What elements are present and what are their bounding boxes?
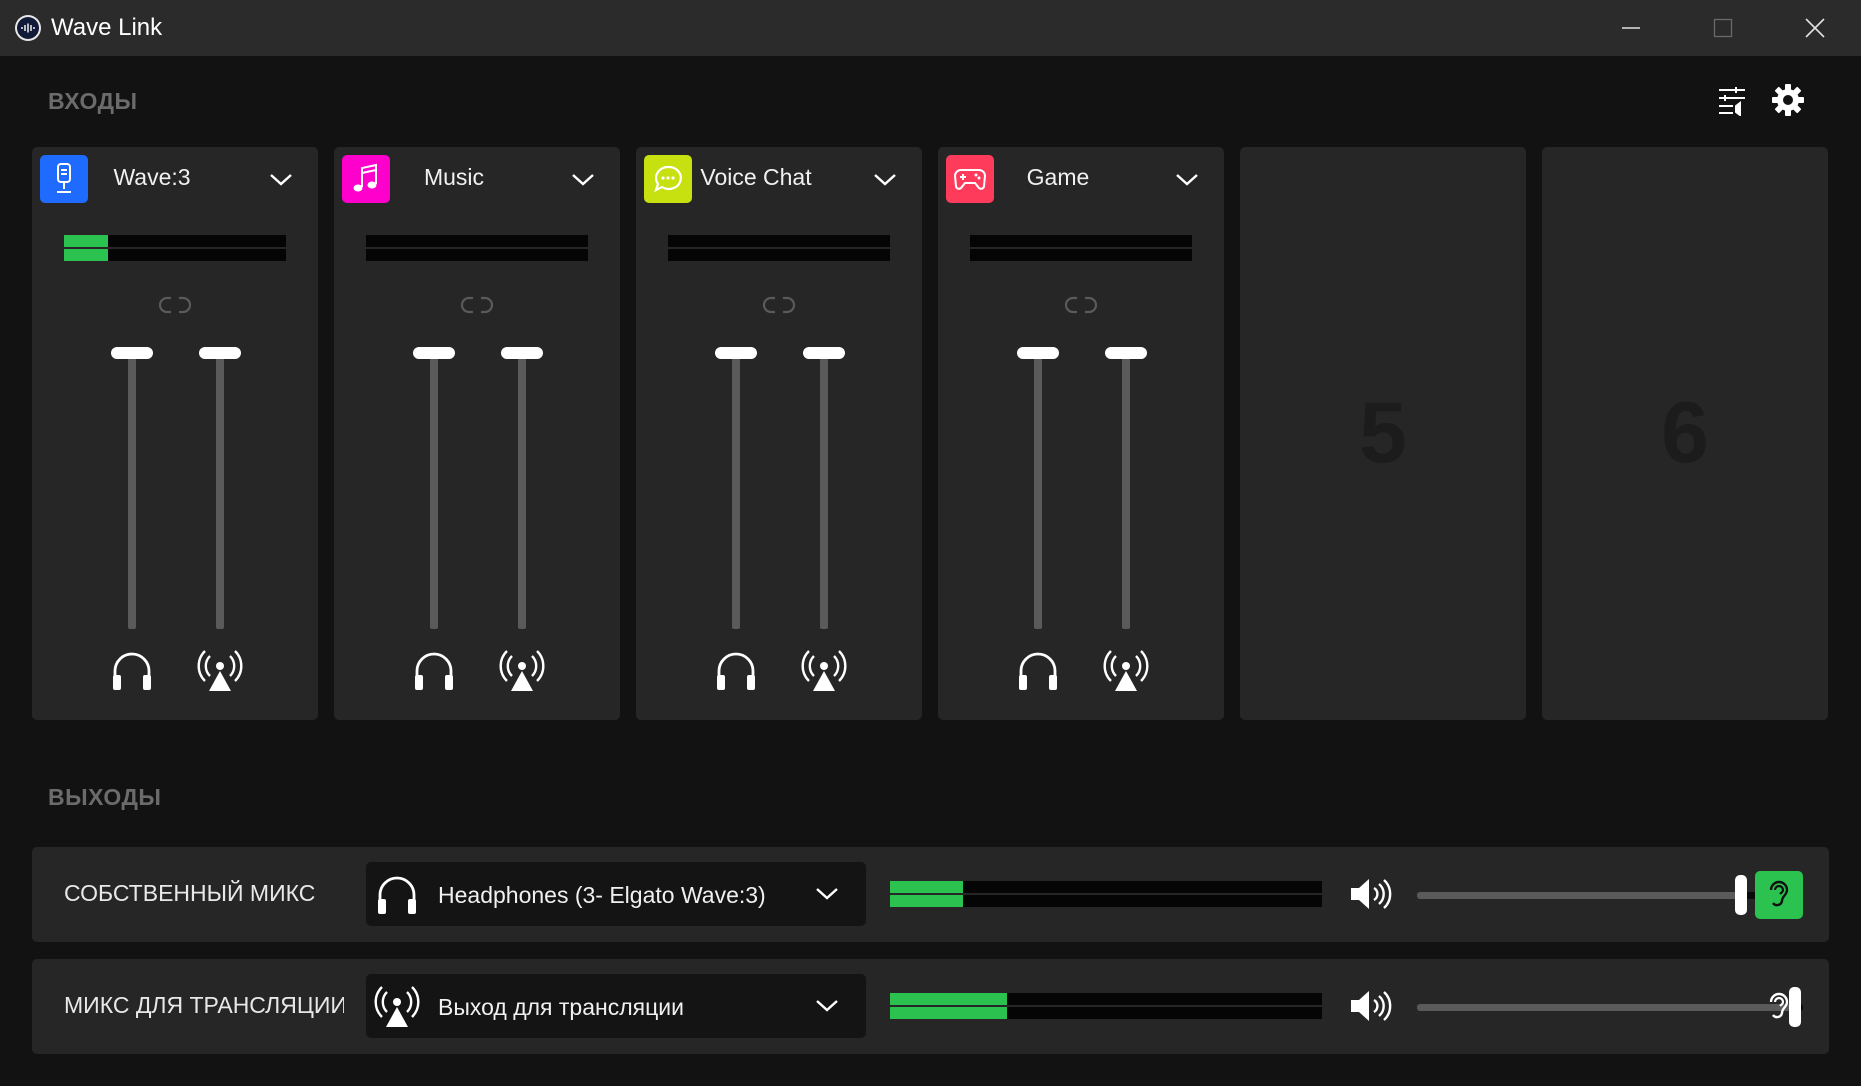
listen-toggle-button[interactable] bbox=[1755, 871, 1803, 919]
ear-icon bbox=[1769, 992, 1789, 1019]
stream-fader-track[interactable] bbox=[216, 357, 224, 629]
empty-slot-5[interactable]: 5 bbox=[1240, 147, 1526, 720]
output-device-label: Выход для трансляции bbox=[438, 994, 684, 1020]
link-faders-icon[interactable] bbox=[158, 295, 192, 315]
channel-name: Music bbox=[423, 164, 485, 190]
headphones-icon[interactable] bbox=[411, 647, 457, 693]
broadcast-icon[interactable] bbox=[499, 647, 545, 693]
output-monitor-mix: СОБСТВЕННЫЙ МИКС Headphones (3- Elgato W… bbox=[32, 847, 1829, 942]
listen-toggle-button[interactable] bbox=[1755, 983, 1803, 1031]
stream-fader-knob[interactable] bbox=[803, 347, 845, 359]
volume-slider-track[interactable] bbox=[1417, 1004, 1795, 1011]
output-device-select[interactable]: Headphones (3- Elgato Wave:3) bbox=[366, 862, 866, 926]
microphone-icon bbox=[57, 163, 71, 193]
chevron-down-icon[interactable] bbox=[570, 167, 596, 193]
stream-fader-knob[interactable] bbox=[199, 347, 241, 359]
monitor-fader-knob[interactable] bbox=[1017, 347, 1059, 359]
broadcast-icon[interactable] bbox=[197, 647, 243, 693]
monitor-fader-track[interactable] bbox=[732, 357, 740, 629]
headphones-icon[interactable] bbox=[109, 647, 155, 693]
chevron-down-icon bbox=[816, 888, 838, 900]
channel-music: Music bbox=[334, 147, 620, 720]
stream-fader-track[interactable] bbox=[1122, 357, 1130, 629]
level-meter bbox=[366, 233, 588, 263]
channel-name: Wave:3 bbox=[113, 164, 191, 190]
stream-fader-track[interactable] bbox=[820, 357, 828, 629]
headphones-icon[interactable] bbox=[713, 647, 759, 693]
monitor-fader-track[interactable] bbox=[430, 357, 438, 629]
title-bar: Wave Link bbox=[0, 0, 1861, 56]
monitor-fader-knob[interactable] bbox=[413, 347, 455, 359]
channel-icon[interactable] bbox=[342, 155, 390, 203]
channel-icon[interactable] bbox=[644, 155, 692, 203]
chevron-down-icon[interactable] bbox=[1174, 167, 1200, 193]
mixer-settings-button[interactable] bbox=[1714, 82, 1750, 118]
stream-fader-knob[interactable] bbox=[501, 347, 543, 359]
monitor-fader-knob[interactable] bbox=[715, 347, 757, 359]
volume-slider-track[interactable] bbox=[1417, 892, 1741, 899]
output-stream-mix: МИКС ДЛЯ ТРАНСЛЯЦИИ Выход для трансляции bbox=[32, 959, 1829, 1054]
stream-fader-knob[interactable] bbox=[1105, 347, 1147, 359]
channel-game: Game bbox=[938, 147, 1224, 720]
settings-button[interactable] bbox=[1770, 82, 1806, 118]
channel-name: Voice Chat bbox=[700, 164, 812, 190]
volume-slider-knob[interactable] bbox=[1735, 875, 1747, 915]
channel-icon[interactable] bbox=[40, 155, 88, 203]
stream-fader-track[interactable] bbox=[518, 357, 526, 629]
app-logo-icon bbox=[15, 15, 41, 41]
maximize-button[interactable] bbox=[1677, 0, 1769, 56]
link-faders-icon[interactable] bbox=[1064, 295, 1098, 315]
broadcast-icon bbox=[374, 986, 420, 1027]
monitor-fader-knob[interactable] bbox=[111, 347, 153, 359]
channel-name: Game bbox=[1026, 164, 1090, 190]
level-meter bbox=[970, 233, 1192, 263]
output-name: МИКС ДЛЯ ТРАНСЛЯЦИИ bbox=[64, 992, 344, 1018]
output-level-meter bbox=[890, 991, 1322, 1021]
sliders-icon bbox=[1719, 87, 1745, 116]
speaker-icon[interactable] bbox=[1348, 986, 1394, 1026]
headphones-icon bbox=[378, 876, 416, 914]
inputs-section-label: ВХОДЫ bbox=[48, 88, 138, 114]
level-meter bbox=[668, 233, 890, 263]
gear-icon bbox=[1772, 84, 1804, 116]
output-device-select[interactable]: Выход для трансляции bbox=[366, 974, 866, 1038]
output-level-meter bbox=[890, 879, 1322, 909]
headphones-icon[interactable] bbox=[1015, 647, 1061, 693]
app-title: Wave Link bbox=[51, 14, 163, 41]
link-faders-icon[interactable] bbox=[460, 295, 494, 315]
empty-slot-6[interactable]: 6 bbox=[1542, 147, 1828, 720]
speaker-icon[interactable] bbox=[1348, 874, 1394, 914]
chevron-down-icon bbox=[816, 1000, 838, 1012]
broadcast-icon[interactable] bbox=[1103, 647, 1149, 693]
outputs-section-label: ВЫХОДЫ bbox=[48, 784, 162, 810]
channel-voice-chat: Voice Chat bbox=[636, 147, 922, 720]
monitor-fader-track[interactable] bbox=[128, 357, 136, 629]
close-button[interactable] bbox=[1769, 0, 1861, 56]
output-device-label: Headphones (3- Elgato Wave:3) bbox=[438, 882, 766, 908]
minimize-button[interactable] bbox=[1585, 0, 1677, 56]
chat-bubble-icon bbox=[654, 165, 682, 193]
chevron-down-icon[interactable] bbox=[872, 167, 898, 193]
broadcast-icon[interactable] bbox=[801, 647, 847, 693]
close-icon bbox=[1805, 18, 1825, 38]
ear-icon bbox=[1769, 880, 1789, 907]
monitor-fader-track[interactable] bbox=[1034, 357, 1042, 629]
gamepad-icon bbox=[953, 169, 987, 190]
music-note-icon bbox=[353, 163, 377, 192]
channel-icon[interactable] bbox=[946, 155, 994, 203]
maximize-icon bbox=[1713, 18, 1733, 38]
link-faders-icon[interactable] bbox=[762, 295, 796, 315]
channel-wave3: Wave:3 bbox=[32, 147, 318, 720]
level-meter bbox=[64, 233, 286, 263]
chevron-down-icon[interactable] bbox=[268, 167, 294, 193]
output-name: СОБСТВЕННЫЙ МИКС bbox=[64, 880, 316, 906]
minimize-icon bbox=[1622, 27, 1640, 29]
